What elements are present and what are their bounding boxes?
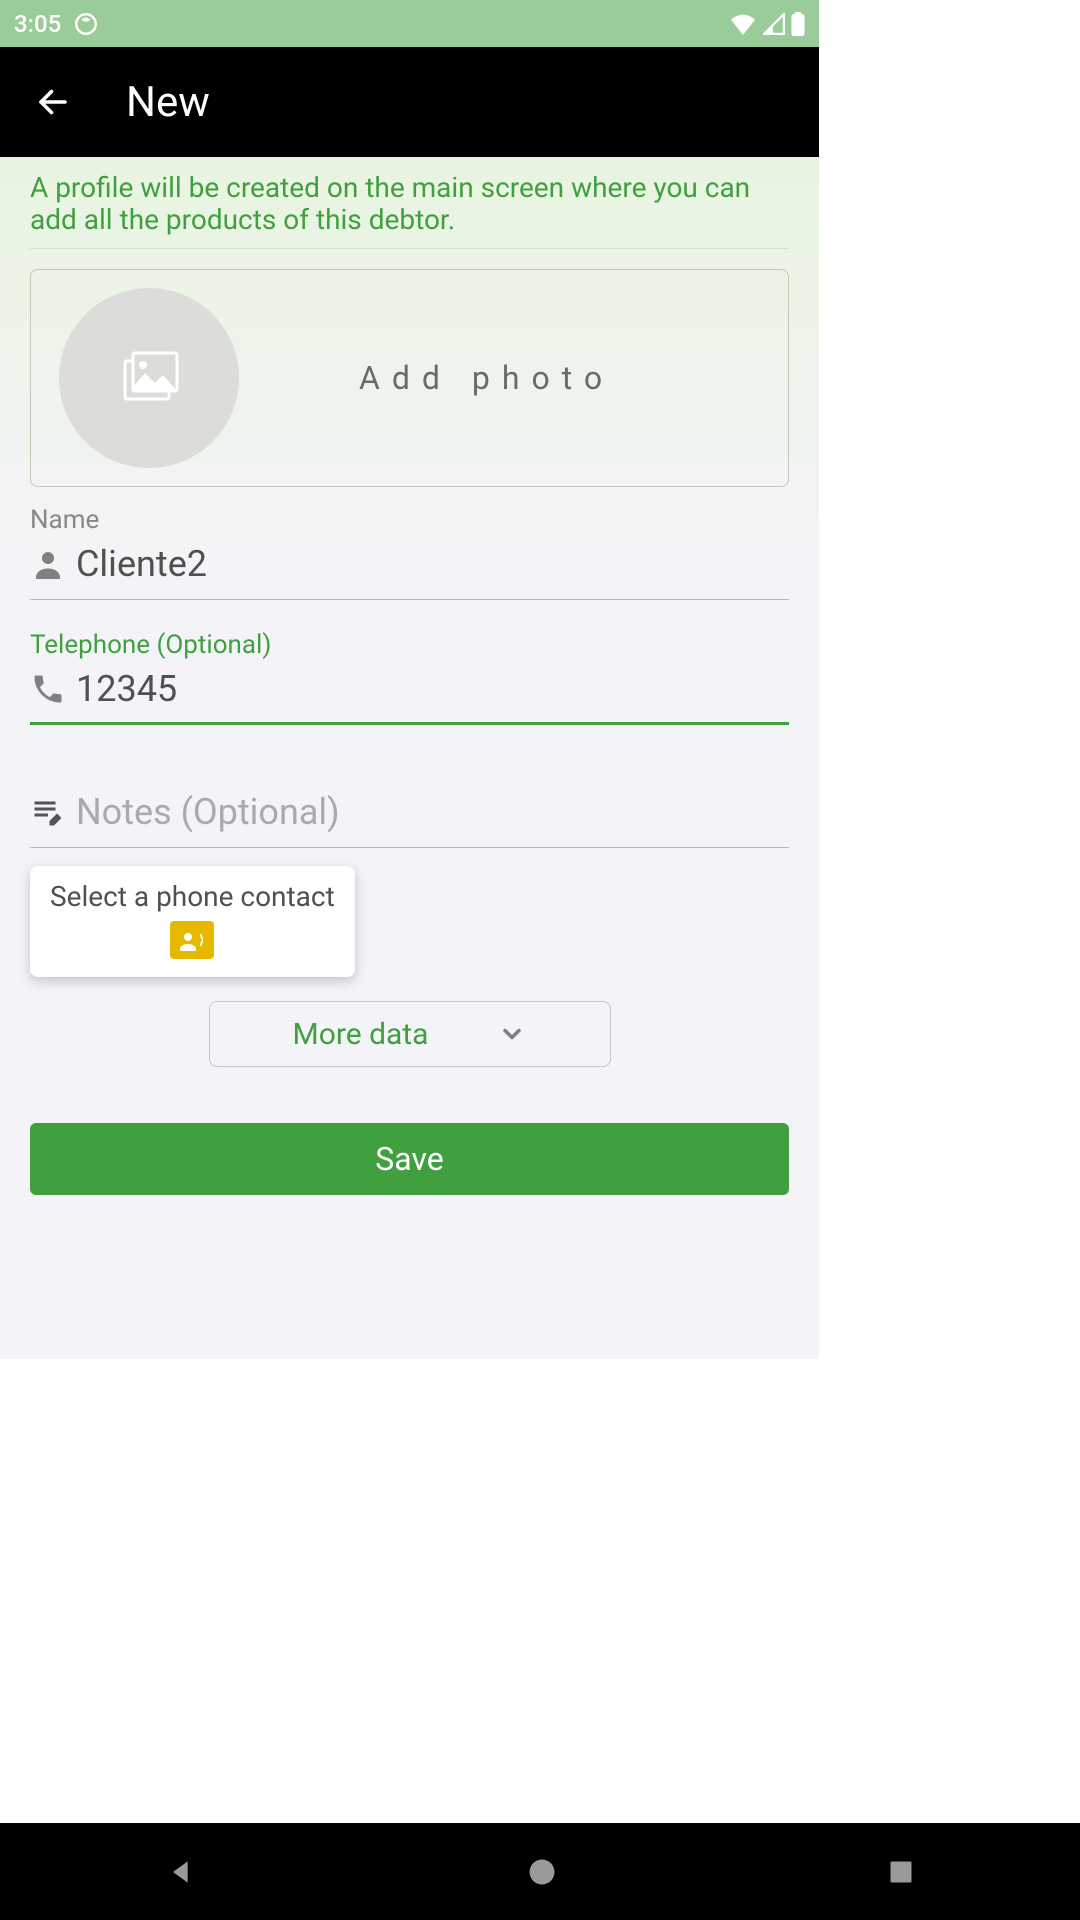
status-bar: 3:05 [0, 0, 819, 47]
app-header: New [0, 47, 819, 157]
wifi-icon [729, 13, 757, 35]
nav-recent-icon[interactable] [887, 1858, 915, 1886]
name-value: Cliente2 [76, 543, 207, 585]
signal-icon [763, 13, 785, 35]
nav-home-icon[interactable] [527, 1857, 557, 1887]
select-contact-label: Select a phone contact [50, 880, 335, 913]
do-not-disturb-icon [73, 11, 99, 37]
photo-icon [119, 351, 179, 405]
telephone-label: Telephone (Optional) [30, 630, 789, 660]
name-label: Name [30, 505, 789, 535]
notes-icon [30, 794, 66, 830]
status-time: 3:05 [14, 10, 61, 38]
nav-back-icon[interactable] [165, 1856, 197, 1888]
more-data-label: More data [293, 1017, 429, 1052]
add-photo-label: Add photo [359, 359, 614, 397]
save-label: Save [375, 1140, 443, 1178]
content: A profile will be created on the main sc… [0, 157, 819, 1359]
contact-phone-icon [170, 921, 214, 959]
notes-placeholder: Notes (Optional) [76, 791, 340, 833]
telephone-value: 12345 [76, 668, 177, 710]
page-title: New [126, 78, 210, 127]
select-contact-card[interactable]: Select a phone contact [30, 866, 355, 977]
person-icon [30, 546, 66, 582]
save-button[interactable]: Save [30, 1123, 789, 1195]
avatar-placeholder [59, 288, 239, 468]
hint-text: A profile will be created on the main sc… [30, 157, 789, 249]
chevron-down-icon [498, 1020, 526, 1048]
name-field[interactable]: Cliente2 [30, 537, 789, 600]
more-data-button[interactable]: More data [209, 1001, 611, 1067]
telephone-field[interactable]: 12345 [30, 662, 789, 725]
phone-icon [30, 671, 66, 707]
add-photo-box[interactable]: Add photo [30, 269, 789, 487]
back-icon[interactable] [35, 84, 71, 120]
notes-field[interactable]: Notes (Optional) [30, 785, 789, 848]
battery-icon [791, 12, 805, 36]
system-nav-bar [0, 1823, 1080, 1920]
